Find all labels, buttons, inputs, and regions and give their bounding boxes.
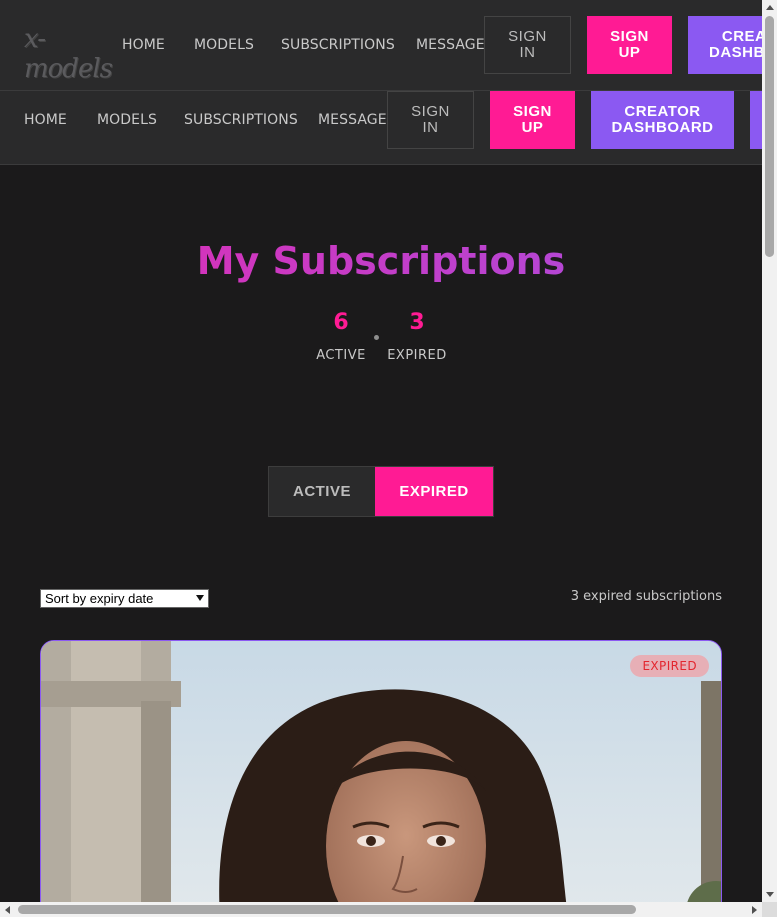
vertical-scrollbar[interactable] bbox=[762, 0, 777, 902]
active-label: ACTIVE bbox=[316, 348, 366, 363]
result-count: 3 expired subscriptions bbox=[570, 589, 722, 604]
creator-dashboard-button[interactable]: CREATOR DASHBOARD bbox=[688, 16, 762, 74]
tab-expired[interactable]: EXPIRED bbox=[375, 467, 493, 516]
subscription-tabs: ACTIVE EXPIRED bbox=[268, 466, 494, 517]
nav-messages-2[interactable]: MESSAGES bbox=[318, 112, 396, 128]
status-badge: EXPIRED bbox=[630, 655, 709, 677]
nav-subscriptions[interactable]: SUBSCRIPTIONS bbox=[281, 37, 395, 53]
horizontal-scrollbar-thumb[interactable] bbox=[18, 905, 636, 914]
page-title: My Subscriptions bbox=[0, 236, 762, 286]
sign-in-button[interactable]: SIGN IN bbox=[484, 16, 571, 74]
subscription-card[interactable]: EXPIRED bbox=[40, 640, 722, 902]
model-photo bbox=[41, 641, 721, 902]
active-count: 6 bbox=[333, 310, 349, 335]
nav-messages[interactable]: MESSAGES bbox=[416, 37, 494, 53]
horizontal-scrollbar[interactable] bbox=[0, 902, 762, 917]
nav-models-2[interactable]: MODELS bbox=[97, 112, 157, 128]
sort-select-value: Sort by expiry date bbox=[45, 591, 154, 606]
overflow-menu-button[interactable] bbox=[750, 91, 762, 149]
chevron-down-icon bbox=[196, 595, 204, 601]
scroll-left-icon[interactable] bbox=[5, 906, 10, 914]
nav-subscriptions-2[interactable]: SUBSCRIPTIONS bbox=[184, 112, 298, 128]
nav-home-2[interactable]: HOME bbox=[24, 112, 67, 128]
expired-label: EXPIRED bbox=[387, 348, 447, 363]
sign-up-button[interactable]: SIGN UP bbox=[587, 16, 672, 74]
creator-dashboard-button-2[interactable]: CREATOR DASHBOARD bbox=[591, 91, 734, 149]
vertical-scrollbar-thumb[interactable] bbox=[765, 16, 774, 257]
page-viewport: x-models HOME MODELS SUBSCRIPTIONS MESSA… bbox=[0, 0, 762, 902]
secondary-header: HOME MODELS SUBSCRIPTIONS MESSAGES SIGN … bbox=[0, 90, 762, 165]
sign-in-button-2[interactable]: SIGN IN bbox=[387, 91, 474, 149]
site-logo[interactable]: x-models bbox=[24, 24, 124, 84]
stats-separator bbox=[374, 335, 379, 340]
scroll-up-icon[interactable] bbox=[766, 5, 774, 10]
expired-count: 3 bbox=[409, 310, 425, 335]
scroll-right-icon[interactable] bbox=[752, 906, 757, 914]
sign-up-button-2[interactable]: SIGN UP bbox=[490, 91, 575, 149]
sort-select[interactable]: Sort by expiry date bbox=[40, 589, 209, 608]
tab-active[interactable]: ACTIVE bbox=[269, 467, 375, 516]
nav-home[interactable]: HOME bbox=[122, 37, 165, 53]
scroll-down-icon[interactable] bbox=[766, 892, 774, 897]
top-header: x-models HOME MODELS SUBSCRIPTIONS MESSA… bbox=[0, 0, 762, 90]
nav-models[interactable]: MODELS bbox=[194, 37, 254, 53]
logo-text: x-models bbox=[24, 24, 113, 84]
scrollbar-corner bbox=[762, 902, 777, 917]
